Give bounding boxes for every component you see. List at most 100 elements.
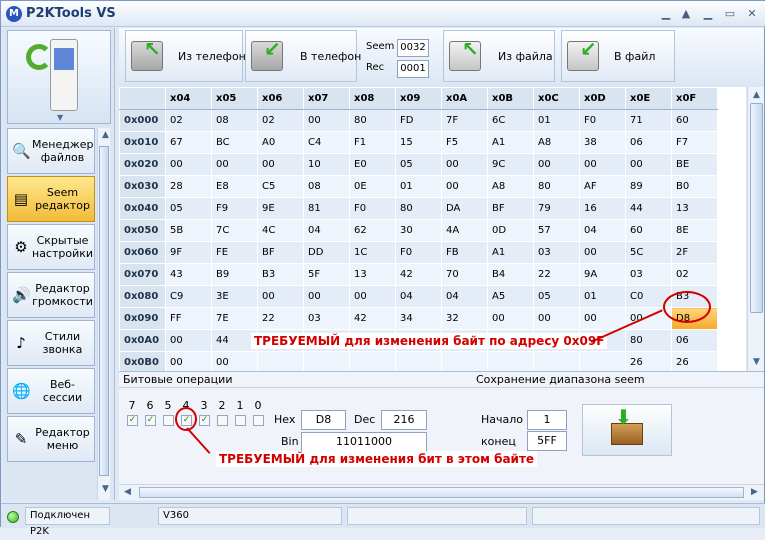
byte-cell[interactable]: F0 bbox=[395, 241, 442, 264]
close-icon[interactable]: ✕ bbox=[745, 7, 759, 21]
hex-field[interactable]: D8 bbox=[301, 410, 346, 430]
byte-cell[interactable]: 04 bbox=[579, 219, 626, 242]
bin-field[interactable]: 11011000 bbox=[301, 432, 427, 452]
bit-checkbox[interactable]: ✓ bbox=[127, 415, 138, 426]
byte-cell[interactable]: 7F bbox=[441, 109, 488, 132]
byte-cell[interactable]: 60 bbox=[625, 219, 672, 242]
byte-cell[interactable]: 9E bbox=[257, 197, 304, 220]
byte-cell[interactable]: 26 bbox=[671, 351, 718, 371]
byte-cell[interactable]: 32 bbox=[441, 307, 488, 330]
byte-cell[interactable]: F9 bbox=[211, 197, 258, 220]
byte-cell[interactable]: 00 bbox=[441, 153, 488, 176]
byte-cell[interactable]: 13 bbox=[349, 263, 396, 286]
byte-cell[interactable]: BE bbox=[671, 153, 718, 176]
byte-cell[interactable]: C9 bbox=[165, 285, 212, 308]
byte-cell[interactable]: B3 bbox=[257, 263, 304, 286]
byte-cell[interactable]: 00 bbox=[257, 153, 304, 176]
byte-cell[interactable]: 00 bbox=[165, 153, 212, 176]
byte-cell[interactable]: 89 bbox=[625, 175, 672, 198]
grid-scroll-thumb[interactable] bbox=[750, 103, 763, 313]
from-phone-button[interactable]: ↖ Из телефона bbox=[125, 30, 253, 82]
byte-cell[interactable]: 06 bbox=[625, 131, 672, 154]
bit-checkbox[interactable] bbox=[163, 415, 174, 426]
end-field[interactable]: 5FF bbox=[527, 431, 567, 451]
sidebar-item-0[interactable]: 🔍 Менеджер файлов bbox=[7, 128, 95, 174]
byte-cell[interactable]: 2F bbox=[671, 241, 718, 264]
sidebar-item-3[interactable]: 🔊 Редактор громкости bbox=[7, 272, 95, 318]
byte-cell[interactable]: 22 bbox=[533, 263, 580, 286]
byte-cell[interactable]: 3E bbox=[211, 285, 258, 308]
byte-cell[interactable] bbox=[441, 351, 488, 371]
byte-cell[interactable]: 57 bbox=[533, 219, 580, 242]
byte-cell[interactable]: 00 bbox=[487, 307, 534, 330]
byte-cell[interactable]: 00 bbox=[625, 153, 672, 176]
bit-checkbox[interactable] bbox=[217, 415, 228, 426]
byte-cell[interactable]: 16 bbox=[579, 197, 626, 220]
seem-field[interactable]: 0032 bbox=[397, 39, 429, 57]
byte-cell[interactable]: 01 bbox=[533, 109, 580, 132]
save-range-button[interactable]: ⬇ bbox=[582, 404, 672, 456]
scroll-up-icon[interactable]: ▲ bbox=[749, 88, 764, 103]
byte-cell[interactable] bbox=[303, 351, 350, 371]
sidebar-item-6[interactable]: ✎ Редактор меню bbox=[7, 416, 95, 462]
byte-cell[interactable]: 03 bbox=[625, 263, 672, 286]
byte-cell[interactable]: F5 bbox=[441, 131, 488, 154]
byte-cell[interactable]: 5B bbox=[165, 219, 212, 242]
byte-cell[interactable]: 00 bbox=[579, 241, 626, 264]
byte-cell[interactable]: C4 bbox=[303, 131, 350, 154]
byte-cell[interactable]: 9F bbox=[165, 241, 212, 264]
byte-cell[interactable]: 30 bbox=[395, 219, 442, 242]
byte-cell[interactable]: 80 bbox=[625, 329, 672, 352]
byte-cell[interactable]: BF bbox=[487, 197, 534, 220]
minimize-to-tray-icon[interactable]: ▁ bbox=[659, 7, 673, 21]
byte-cell[interactable]: 00 bbox=[533, 153, 580, 176]
byte-cell[interactable]: A5 bbox=[487, 285, 534, 308]
bit-checkbox[interactable] bbox=[235, 415, 246, 426]
byte-cell[interactable]: 06 bbox=[671, 329, 718, 352]
sidebar-scrollbar[interactable]: ▲ ▼ bbox=[97, 128, 110, 500]
byte-cell[interactable]: AF bbox=[579, 175, 626, 198]
byte-cell[interactable]: 7C bbox=[211, 219, 258, 242]
byte-cell[interactable]: 80 bbox=[349, 109, 396, 132]
byte-cell[interactable]: 7E bbox=[211, 307, 258, 330]
scroll-up-icon[interactable]: ▲ bbox=[98, 128, 113, 143]
byte-cell[interactable]: 34 bbox=[395, 307, 442, 330]
byte-cell[interactable]: B9 bbox=[211, 263, 258, 286]
byte-cell[interactable]: A1 bbox=[487, 241, 534, 264]
byte-cell[interactable]: 00 bbox=[211, 153, 258, 176]
byte-cell[interactable]: 00 bbox=[349, 285, 396, 308]
byte-cell[interactable]: B0 bbox=[671, 175, 718, 198]
byte-cell[interactable]: 22 bbox=[257, 307, 304, 330]
byte-cell[interactable]: F0 bbox=[349, 197, 396, 220]
bit-checkbox[interactable]: ✓ bbox=[145, 415, 156, 426]
byte-cell[interactable]: 4C bbox=[257, 219, 304, 242]
expand-chevron-icon[interactable]: ▼ bbox=[57, 113, 63, 122]
byte-cell[interactable]: 04 bbox=[395, 285, 442, 308]
byte-cell[interactable]: 6C bbox=[487, 109, 534, 132]
sidebar-item-2[interactable]: ⚙ Скрытые настройки bbox=[7, 224, 95, 270]
byte-cell[interactable]: 62 bbox=[349, 219, 396, 242]
byte-cell[interactable]: 13 bbox=[671, 197, 718, 220]
byte-cell[interactable]: FE bbox=[211, 241, 258, 264]
scroll-down-icon[interactable]: ▼ bbox=[749, 355, 764, 370]
horizontal-scrollbar[interactable]: ◀ ▶ bbox=[119, 484, 764, 500]
byte-cell[interactable] bbox=[395, 351, 442, 371]
byte-cell[interactable]: 80 bbox=[533, 175, 580, 198]
byte-cell[interactable]: BC bbox=[211, 131, 258, 154]
start-field[interactable]: 1 bbox=[527, 410, 567, 430]
byte-cell[interactable]: FD bbox=[395, 109, 442, 132]
byte-cell[interactable]: 05 bbox=[533, 285, 580, 308]
scroll-down-icon[interactable]: ▼ bbox=[98, 482, 113, 497]
byte-cell[interactable]: A8 bbox=[487, 175, 534, 198]
byte-cell[interactable]: 42 bbox=[349, 307, 396, 330]
byte-cell[interactable]: A0 bbox=[257, 131, 304, 154]
scroll-right-icon[interactable]: ▶ bbox=[747, 485, 762, 500]
byte-cell[interactable]: DA bbox=[441, 197, 488, 220]
byte-cell[interactable]: 00 bbox=[579, 153, 626, 176]
byte-cell[interactable]: C5 bbox=[257, 175, 304, 198]
byte-cell[interactable]: 1C bbox=[349, 241, 396, 264]
scroll-left-icon[interactable]: ◀ bbox=[120, 485, 135, 500]
byte-cell[interactable]: 9A bbox=[579, 263, 626, 286]
rec-field[interactable]: 0001 bbox=[397, 60, 429, 78]
sidebar-item-5[interactable]: 🌐 Веб-сессии bbox=[7, 368, 95, 414]
